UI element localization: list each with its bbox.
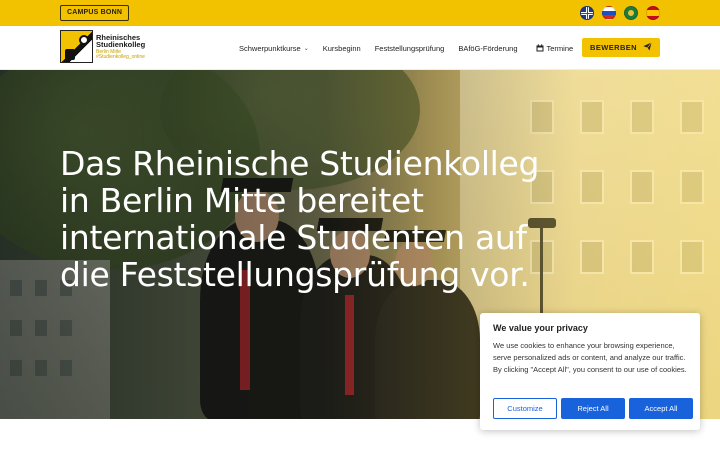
campus-bonn-button[interactable]: CAMPUS BONN [60, 5, 130, 21]
apply-button-label: BEWERBEN [590, 43, 637, 52]
nav-item-feststellungspruefung[interactable]: Feststellungsprüfung [375, 44, 445, 53]
cookie-buttons: Customize Reject All Accept All [493, 398, 693, 419]
logo-text: Rheinisches Studienkolleg Berlin Mitte #… [96, 33, 146, 60]
language-switcher [580, 6, 660, 20]
nav-item-kursbeginn[interactable]: Kursbeginn [323, 44, 361, 53]
logo-mark-icon [60, 30, 93, 63]
chevron-down-icon: ⌄ [303, 45, 309, 52]
russia-flag-icon[interactable] [602, 6, 616, 20]
arabic-flag-icon[interactable] [624, 6, 638, 20]
logo-subtitle-line2: #Studienkolleg_online [96, 53, 145, 60]
logo-title-line2: Studienkolleg [96, 40, 146, 49]
paper-plane-icon [643, 42, 652, 53]
site-logo[interactable]: Rheinisches Studienkolleg Berlin Mitte #… [60, 30, 145, 63]
apply-button[interactable]: BEWERBEN [582, 38, 660, 57]
nav-item-label: Schwerpunktkurse [239, 43, 301, 53]
main-nav: Schwerpunktkurse ⌄ Kursbeginn Feststellu… [239, 26, 573, 70]
nav-item-schwerpunktkurse[interactable]: Schwerpunktkurse ⌄ [239, 44, 309, 53]
nav-item-bafoeg[interactable]: BAföG-Förderung [458, 44, 517, 53]
nav-item-label: Feststellungsprüfung [374, 43, 445, 53]
cookie-text: We use cookies to enhance your browsing … [493, 341, 687, 374]
spain-flag-icon[interactable] [646, 6, 660, 20]
accept-all-button[interactable]: Accept All [629, 398, 693, 419]
hero-title: Das Rheinische Studienkolleg in Berlin M… [60, 144, 540, 294]
reject-all-button[interactable]: Reject All [561, 398, 625, 419]
cookie-consent-banner: We value your privacy We use cookies to … [480, 313, 700, 430]
cookie-title: We value your privacy [493, 323, 588, 333]
top-bar: CAMPUS BONN [0, 0, 720, 26]
nav-item-label: Termine [546, 43, 574, 53]
customize-button[interactable]: Customize [493, 398, 557, 419]
nav-item-label: Kursbeginn [322, 43, 361, 53]
site-header: Rheinisches Studienkolleg Berlin Mitte #… [0, 26, 720, 70]
calendar-icon [536, 44, 544, 52]
nav-item-termine[interactable]: Termine [536, 43, 574, 53]
uk-flag-icon[interactable] [580, 6, 594, 20]
nav-item-label: BAföG-Förderung [458, 43, 518, 53]
